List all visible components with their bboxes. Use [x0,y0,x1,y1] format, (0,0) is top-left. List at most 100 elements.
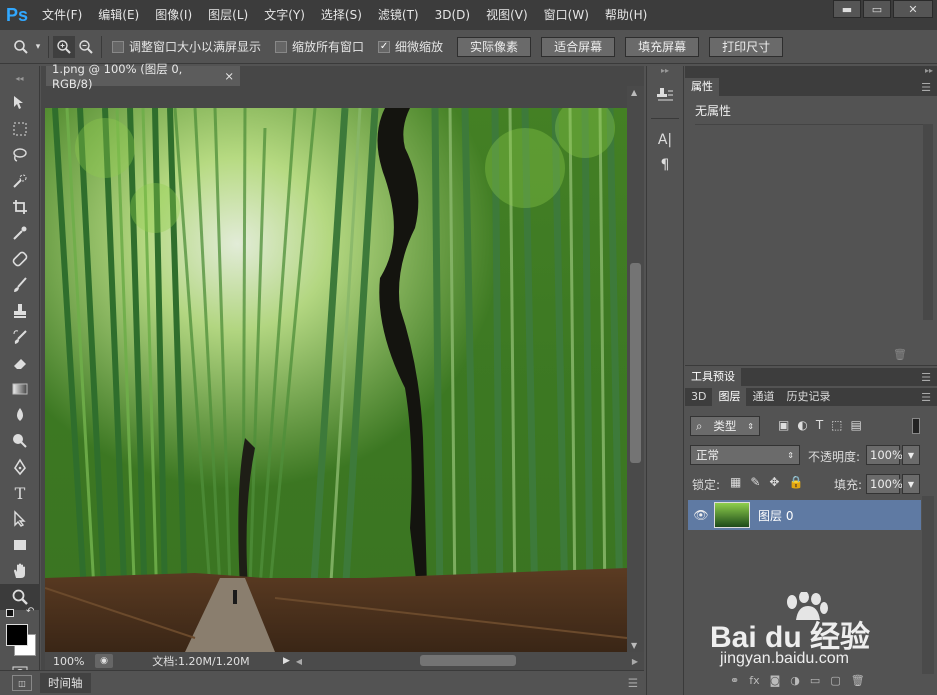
menu-window[interactable]: 窗口(W) [536,0,597,30]
menu-edit[interactable]: 编辑(E) [90,0,147,30]
healing-brush-tool-icon[interactable] [0,246,40,272]
collapse-icon[interactable]: ◂◂ [0,66,39,90]
tab-3d[interactable]: 3D [685,388,712,406]
opacity-dropdown-icon[interactable]: ▼ [902,445,920,465]
lasso-tool-icon[interactable] [0,142,40,168]
maximize-button[interactable]: ▭ [863,0,891,18]
add-mask-icon[interactable]: ◙ [770,674,781,687]
clone-stamp-tool-icon[interactable] [0,298,40,324]
print-size-button[interactable]: 打印尺寸 [709,36,784,57]
eyedropper-tool-icon[interactable] [0,220,40,246]
history-brush-tool-icon[interactable] [0,324,40,350]
checkmark-icon[interactable]: ✓ [378,40,391,53]
eraser-tool-icon[interactable] [0,350,40,376]
link-layers-icon[interactable]: ⚭ [730,674,739,687]
horizontal-scroll-thumb[interactable] [420,655,516,666]
menu-filter[interactable]: 滤镜(T) [370,0,427,30]
move-tool-icon[interactable] [0,90,40,116]
quick-selection-tool-icon[interactable] [0,168,40,194]
panel-menu-icon[interactable]: ☰ [921,371,931,384]
shape-filter-icon[interactable]: ⬚ [831,418,842,432]
smart-object-filter-icon[interactable]: ▤ [851,418,862,432]
crop-tool-icon[interactable] [0,194,40,220]
type-tool-icon[interactable]: T [0,480,40,506]
delete-layer-icon[interactable]: 🗑 [851,674,865,687]
close-tab-icon[interactable]: × [224,69,234,83]
share-icon[interactable]: ◉ [95,654,113,668]
menu-layer[interactable]: 图层(L) [200,0,256,30]
type-filter-icon[interactable]: T [816,418,823,432]
lock-position-icon[interactable]: ✥ [769,475,779,489]
path-selection-tool-icon[interactable] [0,506,40,532]
swap-colors-icon[interactable]: ↶ [26,606,34,617]
gradient-tool-icon[interactable] [0,376,40,402]
tool-presets-tab[interactable]: 工具预设 [685,368,741,386]
properties-scrollbar[interactable] [923,124,933,320]
layer-name[interactable]: 图层 0 [758,507,793,524]
menu-view[interactable]: 视图(V) [478,0,536,30]
scroll-down-icon[interactable]: ▼ [631,641,637,650]
brush-tool-icon[interactable] [0,272,40,298]
fill-input[interactable]: 100% [866,474,903,494]
properties-tab[interactable]: 属性 [685,78,719,96]
layer-row[interactable]: 👁 图层 0 [688,500,921,530]
vertical-scroll-thumb[interactable] [630,263,641,463]
tab-layers[interactable]: 图层 [712,388,747,406]
default-colors-icon[interactable] [6,609,14,617]
scroll-left-icon[interactable]: ◀ [296,657,302,666]
scrubby-zoom-checkbox[interactable]: ✓ 细微缩放 [378,38,443,55]
opacity-input[interactable]: 100% [866,445,903,465]
zoom-level[interactable]: 100% [45,655,95,668]
collapse-panels-icon[interactable]: ▸▸ [685,66,937,78]
tab-channels[interactable]: 通道 [746,388,780,406]
expand-icon[interactable]: ▸▸ [647,66,683,80]
checkbox-box[interactable] [275,40,288,53]
screen-mode-icon[interactable]: ◫ [12,675,32,691]
panel-menu-icon[interactable]: ☰ [628,676,638,690]
tab-history[interactable]: 历史记录 [780,388,836,406]
panel-menu-icon[interactable]: ☰ [921,81,931,94]
fill-dropdown-icon[interactable]: ▼ [902,474,920,494]
paragraph-panel-icon[interactable]: ¶ [647,153,683,177]
actual-pixels-button[interactable]: 实际像素 [457,36,532,57]
chevron-down-icon[interactable]: ▾ [32,36,44,58]
marquee-tool-icon[interactable] [0,116,40,142]
menu-3d[interactable]: 3D(D) [427,0,478,30]
fit-screen-button[interactable]: 适合屏幕 [541,36,616,57]
menu-file[interactable]: 文件(F) [34,0,90,30]
timeline-tab[interactable]: 时间轴 [40,673,91,693]
character-panel-icon[interactable]: A| [647,127,683,153]
trash-icon[interactable]: 🗑 [893,348,907,361]
zoom-all-windows-checkbox[interactable]: 缩放所有窗口 [275,38,364,55]
scroll-up-icon[interactable]: ▲ [631,88,637,97]
zoom-in-icon[interactable] [53,35,75,58]
checkbox-box[interactable] [112,40,124,53]
rectangle-tool-icon[interactable] [0,532,40,558]
new-group-icon[interactable]: ▭ [810,674,820,687]
blur-tool-icon[interactable] [0,402,40,428]
new-layer-icon[interactable]: ▢ [830,674,840,687]
panel-menu-icon[interactable]: ☰ [921,391,931,404]
menu-select[interactable]: 选择(S) [313,0,370,30]
hand-tool-icon[interactable] [0,558,40,584]
dodge-tool-icon[interactable] [0,428,40,454]
lock-transparent-icon[interactable]: ▦ [730,475,741,489]
menu-image[interactable]: 图像(I) [147,0,200,30]
close-button[interactable]: ✕ [893,0,933,18]
status-menu-arrow-icon[interactable]: ▶ [283,656,290,666]
scroll-right-icon[interactable]: ▶ [632,657,638,666]
tool-presets-icon[interactable] [647,80,683,110]
resize-windows-checkbox[interactable]: 调整窗口大小以满屏显示 [112,38,261,55]
blend-mode-select[interactable]: 正常 ⇕ [690,445,800,465]
adjustment-filter-icon[interactable]: ◐ [797,418,807,432]
foreground-color-swatch[interactable] [6,624,28,646]
layer-filter-select[interactable]: ⌕ 类型 ⇕ [690,416,760,436]
fx-icon[interactable]: fx [749,674,759,687]
lock-all-icon[interactable]: 🔒 [788,475,803,489]
fill-screen-button[interactable]: 填充屏幕 [625,36,700,57]
zoom-tool-preset-icon[interactable] [10,36,32,58]
document-tab[interactable]: 1.png @ 100% (图层 0, RGB/8) × [46,62,240,91]
minimize-button[interactable]: ▬ [833,0,861,18]
canvas-image-bamboo-forest[interactable] [45,108,627,652]
zoom-out-icon[interactable] [75,36,97,58]
